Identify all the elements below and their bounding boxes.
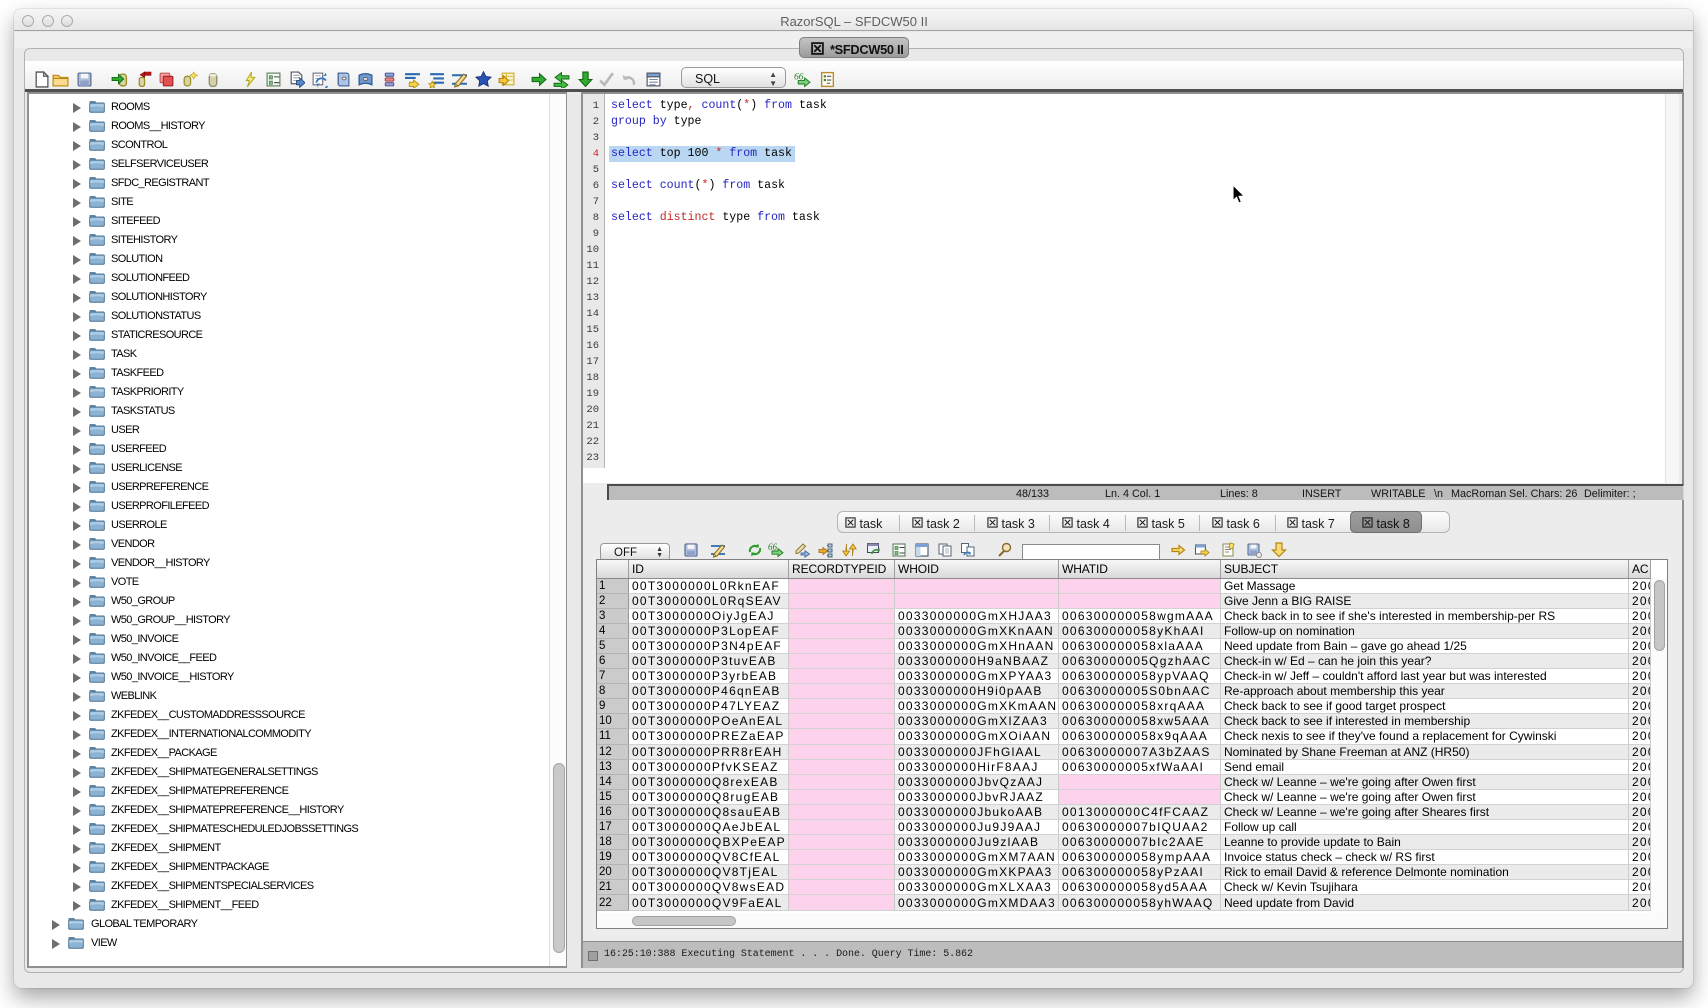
svg-text:66: 66 <box>768 542 778 552</box>
